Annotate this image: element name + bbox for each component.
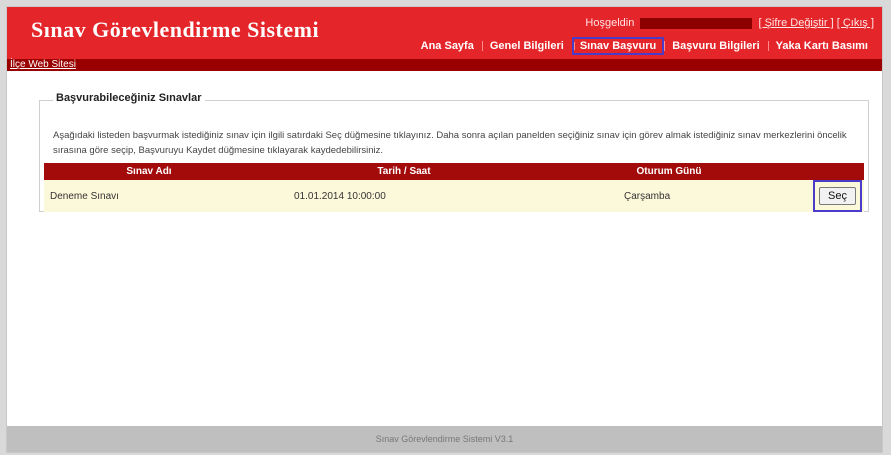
table-header-row: Sınav Adı Tarih / Saat Oturum Günü bbox=[44, 163, 864, 180]
nav-exam-application[interactable]: Sınav Başvuru bbox=[571, 37, 665, 55]
col-session-day: Oturum Günü bbox=[554, 163, 784, 180]
select-button-highlight: Seç bbox=[813, 180, 862, 212]
datetime-cell: 01.01.2014 10:00:00 bbox=[254, 180, 554, 212]
footer-text: Sınav Görevlendirme Sistemi V3.1 bbox=[375, 434, 514, 444]
exam-name-cell: Deneme Sınavı bbox=[44, 180, 254, 212]
action-cell: Seç bbox=[784, 180, 864, 212]
footer: Sınav Görevlendirme Sistemi V3.1 bbox=[7, 426, 882, 452]
nav-application-info[interactable]: Başvuru Bilgileri bbox=[664, 38, 767, 54]
logout-link[interactable]: [ Çıkış ] bbox=[837, 17, 874, 29]
change-password-link[interactable]: [ Şifre Değiştir ] bbox=[758, 17, 833, 29]
select-button[interactable]: Seç bbox=[819, 187, 856, 205]
table-row: Deneme Sınavı 01.01.2014 10:00:00 Çarşam… bbox=[44, 180, 864, 212]
session-day-cell: Çarşamba bbox=[554, 180, 784, 212]
redacted-username bbox=[640, 17, 753, 29]
col-action bbox=[784, 163, 864, 180]
sub-bar: İlçe Web Sitesi bbox=[7, 59, 882, 71]
welcome-text: Hoşgeldin bbox=[585, 17, 635, 29]
main-nav: Ana Sayfa Genel Bilgileri Sınav Başvuru … bbox=[413, 36, 876, 56]
app-frame: Sınav Görevlendirme Sistemi Hoşgeldin [ … bbox=[6, 6, 883, 453]
panel-legend: Başvurabileceğiniz Sınavlar bbox=[53, 92, 205, 104]
district-website-link[interactable]: İlçe Web Sitesi bbox=[10, 59, 76, 71]
col-exam-name: Sınav Adı bbox=[44, 163, 254, 180]
header-bar: Sınav Görevlendirme Sistemi Hoşgeldin [ … bbox=[7, 7, 882, 59]
exam-table: Sınav Adı Tarih / Saat Oturum Günü Denem… bbox=[44, 163, 864, 212]
app-title: Sınav Görevlendirme Sistemi bbox=[31, 17, 320, 42]
nav-home[interactable]: Ana Sayfa bbox=[413, 38, 482, 54]
panel-description: Aşağıdaki listeden başvurmak istediğiniz… bbox=[53, 130, 847, 156]
nav-badge-print[interactable]: Yaka Kartı Basımı bbox=[767, 38, 876, 54]
col-datetime: Tarih / Saat bbox=[254, 163, 554, 180]
welcome-area: Hoşgeldin [ Şifre Değiştir ] [ Çıkış ] bbox=[585, 17, 874, 29]
nav-general-info[interactable]: Genel Bilgileri bbox=[481, 38, 572, 54]
